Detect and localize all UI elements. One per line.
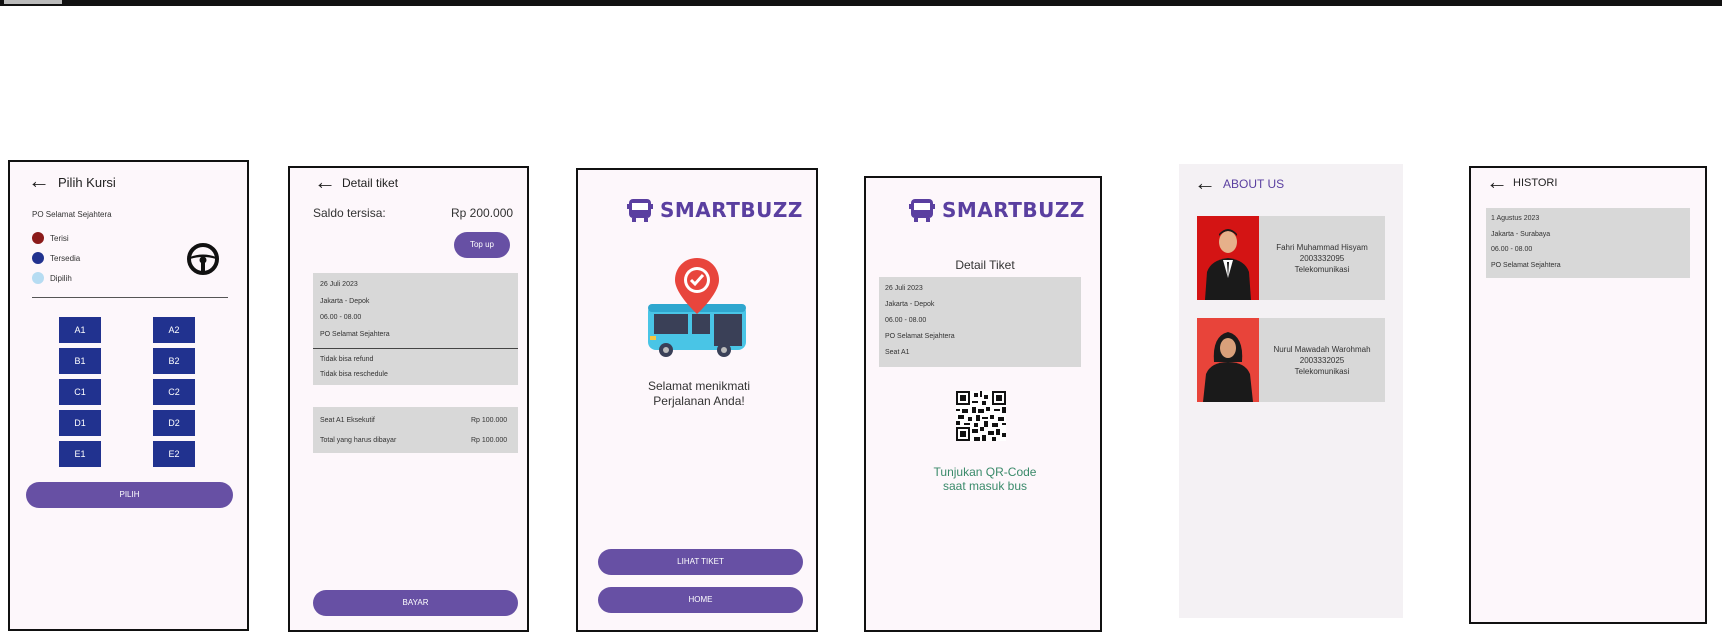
screen-detail-tiket: ← Detail tiket Saldo tersisa: Rp 200.000… [288,166,529,632]
seat-d2[interactable]: D2 [153,410,195,436]
ticket-operator: PO Selamat Sejahtera [320,331,390,338]
history-operator: PO Selamat Sejahtera [1491,262,1561,269]
seat-b2[interactable]: B2 [153,348,195,374]
member-dept: Telekomunikasi [1294,367,1350,376]
divider [313,348,518,349]
item-label: Seat A1 Eksekutif [320,417,375,424]
bayar-button[interactable]: BAYAR [313,590,518,616]
person-avatar-icon [1205,229,1251,300]
member-card: Fahri Muhammad Hisyam 2003332095 Telekom… [1197,216,1385,300]
lihat-tiket-button[interactable]: LIHAT TIKET [598,549,803,575]
member-nim: 2003332095 [1299,254,1345,263]
seat-e1[interactable]: E1 [59,441,101,467]
screen-histori: ← HISTORI 1 Agustus 2023 Jakarta - Surab… [1469,166,1707,624]
ticket-date: 26 Juli 2023 [320,281,358,288]
message-line-2: Perjalanan Anda! [653,394,745,408]
seat-a1[interactable]: A1 [59,317,101,343]
ticket-date: 26 Juli 2023 [885,285,923,292]
logo-text: SMARTBUZZ [660,198,803,222]
pilih-button[interactable]: PILIH [26,482,233,508]
legend-item-terisi: Terisi [32,232,69,244]
bus-logo-icon [909,199,935,222]
member-info: Nurul Mawadah Warohmah 2003332025 Teleko… [1259,344,1385,377]
ticket-info-panel: 26 Juli 2023 Jakarta - Depok 06.00 - 08.… [879,277,1081,367]
total-value: Rp 100.000 [471,437,508,444]
back-arrow-icon[interactable]: ← [1486,171,1508,193]
seat-e2[interactable]: E2 [153,441,195,467]
seat-a2[interactable]: A2 [153,317,195,343]
item-value: Rp 100.000 [471,417,508,424]
seat-d1[interactable]: D1 [59,410,101,436]
legend-item-dipilih: Dipilih [32,272,72,284]
legend-label: Dipilih [50,273,72,283]
legend-label: Terisi [50,233,69,243]
qr-code-icon [956,391,1006,441]
legend-dot-icon [32,252,44,264]
member-name: Nurul Mawadah Warohmah [1273,345,1371,354]
ticket-time: 06.00 - 08.00 [885,317,927,324]
page-title: ABOUT US [1223,177,1285,191]
seat-c1[interactable]: C1 [59,379,101,405]
operator-name: PO Selamat Sejahtera [32,210,112,219]
history-item[interactable]: 1 Agustus 2023 Jakarta - Surabaya 06.00 … [1486,208,1690,278]
page-title: Detail Tiket [955,258,1015,272]
legend-label: Tersedia [50,253,81,263]
top-thumbnail [4,0,62,4]
history-time: 06.00 - 08.00 [1491,246,1533,253]
seat-c2[interactable]: C2 [153,379,195,405]
screen-pilih-kursi: ← Pilih Kursi PO Selamat Sejahtera Teris… [8,160,249,631]
success-message: Selamat menikmati Perjalanan Anda! [578,379,816,409]
smartbuzz-logo: SMARTBUZZ [908,196,1085,224]
member-photo [1197,216,1259,300]
page-title: Detail tiket [342,176,399,190]
screen-about-us: ← ABOUT US Fahri Muhammad Hisyam 2003332… [1179,164,1403,618]
member-photo [1197,318,1259,402]
back-arrow-icon[interactable]: ← [1194,172,1216,194]
ticket-time: 06.00 - 08.00 [320,314,362,321]
legend-dot-icon [32,232,44,244]
member-info: Fahri Muhammad Hisyam 2003332095 Telekom… [1259,242,1385,275]
home-button[interactable]: HOME [598,587,803,613]
history-date: 1 Agustus 2023 [1491,215,1540,222]
screen-ticket-qr: SMARTBUZZ Detail Tiket 26 Juli 2023 Jaka… [864,176,1102,632]
member-nim: 2003332025 [1299,356,1345,365]
smartbuzz-logo: SMARTBUZZ [626,196,803,224]
member-card: Nurul Mawadah Warohmah 2003332025 Teleko… [1197,318,1385,402]
legend-item-tersedia: Tersedia [32,252,80,264]
qr-instruction: Tunjukan QR-Code saat masuk bus [866,465,1100,493]
total-label: Total yang harus dibayar [320,437,397,444]
history-route: Jakarta - Surabaya [1491,231,1551,238]
ticket-seat: Seat A1 [885,349,910,356]
bus-logo-icon [627,199,653,222]
payment-summary-panel: Seat A1 Eksekutif Rp 100.000 Total yang … [313,407,518,453]
top-up-button[interactable]: Top up [454,232,510,258]
bus-location-illustration [648,258,746,357]
saldo-label: Saldo tersisa: [313,206,386,220]
member-dept: Telekomunikasi [1294,265,1350,274]
ticket-operator: PO Selamat Sejahtera [885,333,955,340]
top-border-bar [0,0,1722,6]
note-reschedule: Tidak bisa reschedule [320,371,388,378]
page-title: Pilih Kursi [58,175,116,190]
legend-dot-icon [32,272,44,284]
back-arrow-icon[interactable]: ← [28,170,50,192]
page-title: HISTORI [1513,177,1558,189]
saldo-value: Rp 200.000 [451,206,514,220]
qr-instruction-line-2: saat masuk bus [942,479,1028,493]
note-refund: Tidak bisa refund [320,356,374,363]
back-arrow-icon[interactable]: ← [314,171,336,193]
ticket-info-panel: 26 Juli 2023 Jakarta - Depok 06.00 - 08.… [313,273,518,385]
steering-wheel-icon [187,243,219,275]
screen-success: SMARTBUZZ Selamat menikmati Perjalanan A… [576,168,818,632]
qr-instruction-line-1: Tunjukan QR-Code [933,465,1037,479]
ticket-route: Jakarta - Depok [885,301,935,308]
member-name: Fahri Muhammad Hisyam [1276,243,1368,252]
message-line-1: Selamat menikmati [647,379,751,393]
logo-text: SMARTBUZZ [942,198,1085,222]
person-avatar-icon [1203,332,1253,402]
ticket-route: Jakarta - Depok [320,298,370,305]
seat-b1[interactable]: B1 [59,348,101,374]
divider [32,297,228,298]
